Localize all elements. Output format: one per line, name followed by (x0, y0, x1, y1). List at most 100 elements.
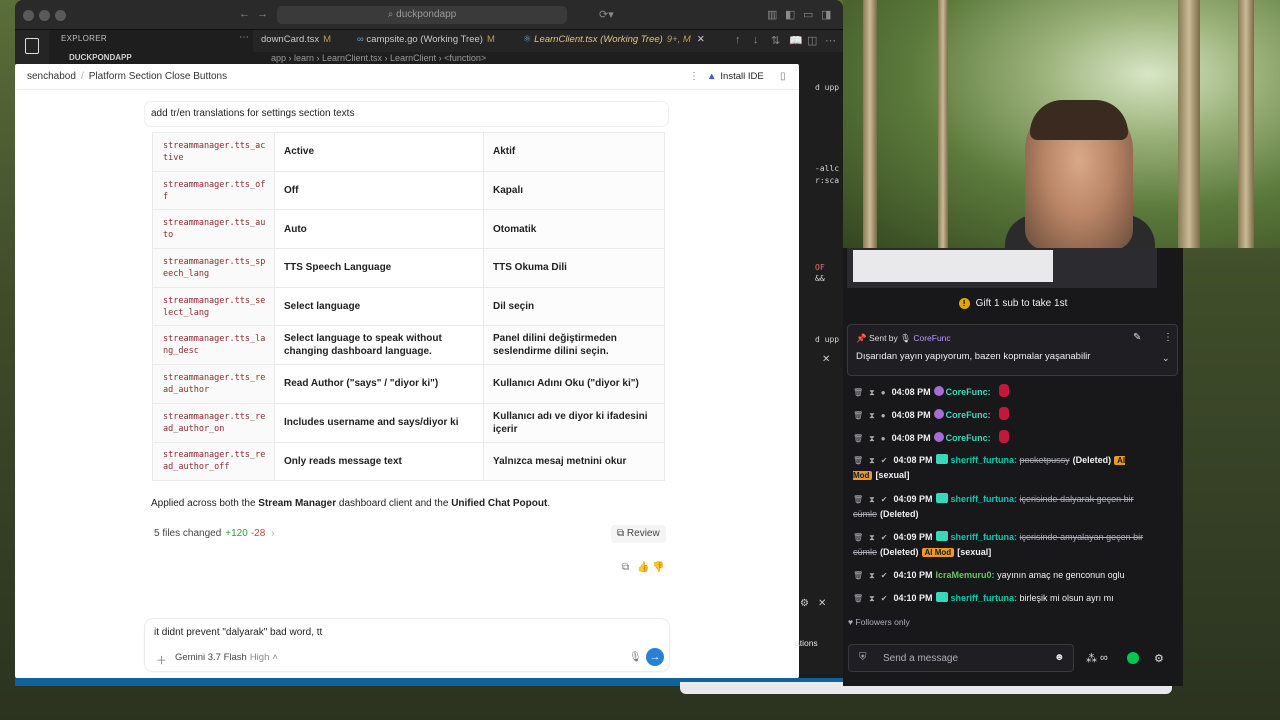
close-tab-icon[interactable]: ✕ (697, 34, 705, 45)
thumbs-down-icon[interactable]: 👎 (652, 562, 664, 573)
chat-username[interactable]: CoreFunc: (946, 410, 991, 420)
layout-icon[interactable]: ▥ (767, 8, 777, 21)
english-text: Select language to speak without changin… (274, 325, 484, 366)
stream-chat: ! Gift 1 sub to take 1st 📌 Sent by 🎙 Core… (843, 248, 1183, 686)
files-changed-row[interactable]: 5 files changed +120 -28 › (148, 524, 669, 544)
english-text: Includes username and says/diyor ki (274, 402, 484, 443)
close-icon[interactable]: ✕ (818, 598, 826, 609)
timeout-icon[interactable]: ⧗ (869, 434, 875, 443)
close-icon[interactable]: ✕ (822, 354, 830, 365)
infinity-icon[interactable]: ∞ (1100, 652, 1108, 664)
chat-username[interactable]: sheriff_furtuna: (951, 532, 1018, 542)
minimize-window-icon[interactable] (39, 10, 50, 21)
user-badge-icon (935, 531, 948, 541)
delete-icon[interactable]: 🗑 (853, 533, 863, 542)
delete-icon[interactable]: 🗑 (853, 571, 863, 580)
close-window-icon[interactable] (23, 10, 34, 21)
chat-username[interactable]: sheriff_furtuna: (951, 593, 1018, 603)
chevron-up-icon: ˄ (272, 652, 278, 663)
tab-label: LearnClient.tsx (Working Tree) (534, 34, 663, 45)
more-options-icon[interactable]: ⋮ (1163, 332, 1173, 343)
timeout-icon[interactable]: ⧗ (869, 388, 875, 397)
send-button[interactable]: → (646, 648, 664, 666)
more-options-icon[interactable]: ⋮ (689, 71, 699, 82)
conversation-title[interactable]: Platform Section Close Buttons (89, 71, 227, 82)
message-composer[interactable]: it didnt prevent "dalyarak" bad word, tt… (145, 619, 669, 671)
tab-campsite[interactable]: ∞ campsite.go (Working Tree) M (357, 30, 495, 52)
emote-icon[interactable]: ☻ (1054, 652, 1065, 663)
chat-username[interactable]: IcraMemuru0: (936, 570, 995, 580)
timeout-icon[interactable]: ⧗ (869, 456, 875, 465)
sidebar-toggle-icon[interactable]: ◧ (785, 8, 795, 21)
tab-downcard[interactable]: downCard.tsx M (261, 30, 331, 52)
tab-learnclient[interactable]: ⚛ LearnClient.tsx (Working Tree) 9+, M ✕ (523, 30, 705, 52)
copilot-icon[interactable]: ⟳▾ (599, 8, 614, 21)
timeout-icon[interactable]: ⧗ (869, 495, 875, 504)
unpin-icon[interactable]: ✎ (1133, 332, 1141, 343)
gift-sub-banner[interactable]: ! Gift 1 sub to take 1st (843, 298, 1183, 309)
chat-input[interactable]: ⛨ Send a message ☻ (848, 644, 1074, 672)
microphone-icon[interactable]: 🎙 (629, 652, 642, 663)
previous-change-icon[interactable]: ↑ (735, 34, 741, 46)
open-preview-icon[interactable]: 📖 (789, 34, 803, 47)
sidebar-toggle-icon[interactable]: ▯ (780, 71, 786, 82)
delete-icon[interactable]: 🗑 (853, 388, 863, 397)
model-selector[interactable]: Gemini 3.7 Flash High ˄ (175, 652, 278, 663)
timeout-icon[interactable]: ⧗ (869, 533, 875, 542)
zoom-window-icon[interactable] (55, 10, 66, 21)
translation-row: streammanager.tts_read_author_on Includes… (152, 402, 665, 443)
tsx-file-icon: ⚛ (523, 34, 535, 45)
split-editor-icon[interactable]: ◫ (807, 34, 817, 47)
timeout-icon[interactable]: ⧗ (869, 571, 875, 580)
copy-icon[interactable]: ⧉ (622, 562, 629, 573)
turkish-text: Aktif (483, 132, 665, 172)
delete-icon[interactable]: 🗑 (853, 456, 863, 465)
delete-icon[interactable]: 🗑 (853, 434, 863, 443)
review-button[interactable]: ⧉ Review (611, 525, 666, 543)
back-arrow-icon[interactable]: ← (239, 8, 250, 20)
message-time: 04:09 PM (893, 494, 933, 504)
chat-message: 🗑 ⧗ ✔ 04:09 PM sheriff_furtuna: içerisinde a… (853, 530, 1178, 560)
chat-breadcrumb: senchabod / Platform Section Close Buttons (27, 71, 227, 82)
pinned-user[interactable]: CoreFunc (913, 333, 950, 343)
chat-username[interactable]: CoreFunc: (946, 433, 991, 443)
timeout-icon[interactable]: ⧗ (869, 594, 875, 603)
ai-mod-badge: AI Mod (921, 548, 955, 557)
shield-icon[interactable]: ⛨ (859, 652, 867, 663)
files-changed-label: 5 files changed (154, 528, 222, 539)
chat-username[interactable]: sheriff_furtuna: (951, 494, 1018, 504)
chat-username[interactable]: sheriff_furtuna: (951, 455, 1018, 465)
panel-toggle-icon[interactable]: ▭ (803, 8, 813, 21)
more-actions-icon[interactable]: ⋯ (239, 32, 249, 43)
composer-input[interactable]: it didnt prevent "dalyarak" bad word, tt (154, 627, 322, 638)
english-text: Auto (274, 209, 484, 250)
thumbs-up-icon[interactable]: 👍 (637, 562, 649, 573)
chat-message: 🗑 ⧗ ✔ 04:08 PM sheriff_furtuna: pocketpussy(… (853, 453, 1178, 483)
diff-icon[interactable]: ⇅ (771, 34, 780, 47)
delete-icon[interactable]: 🗑 (853, 411, 863, 420)
chat-message: 🗑 ⧗ ✔ 04:10 PM sheriff_furtuna: birleşik mi … (853, 591, 1178, 606)
chevron-down-icon[interactable]: ⌄ (1162, 353, 1170, 364)
delete-icon[interactable]: 🗑 (853, 495, 863, 504)
command-center-search[interactable]: ⌕ duckpondapp (277, 6, 567, 24)
workspace-link[interactable]: senchabod (27, 71, 76, 82)
timeout-icon[interactable]: ⧗ (869, 411, 875, 420)
more-actions-icon[interactable]: ⋯ (825, 34, 836, 47)
user-badge-icon (935, 493, 948, 503)
user-badge-icon: 🎙 (900, 333, 911, 343)
next-change-icon[interactable]: ↓ (753, 34, 759, 46)
chat-message: 🗑 ⧗ ● 04:08 PM CoreFunc: (853, 407, 1178, 423)
secondary-sidebar-icon[interactable]: ◨ (821, 8, 831, 21)
add-context-icon[interactable]: ＋ (156, 652, 167, 668)
mod-category: [sexual] (957, 547, 992, 557)
delete-icon[interactable]: 🗑 (853, 594, 863, 603)
chat-username[interactable]: CoreFunc: (946, 387, 991, 397)
people-icon[interactable]: ⁂ (1086, 652, 1097, 665)
install-ide-button[interactable]: ▲ Install IDE (707, 69, 764, 85)
files-icon[interactable] (25, 38, 39, 54)
channel-points-icon[interactable] (1127, 652, 1139, 664)
mod-category: [sexual] (875, 470, 910, 480)
forward-arrow-icon[interactable]: → (257, 8, 268, 20)
gear-icon[interactable]: ⚙ (1154, 652, 1164, 665)
gear-icon[interactable]: ⚙ (800, 598, 809, 609)
